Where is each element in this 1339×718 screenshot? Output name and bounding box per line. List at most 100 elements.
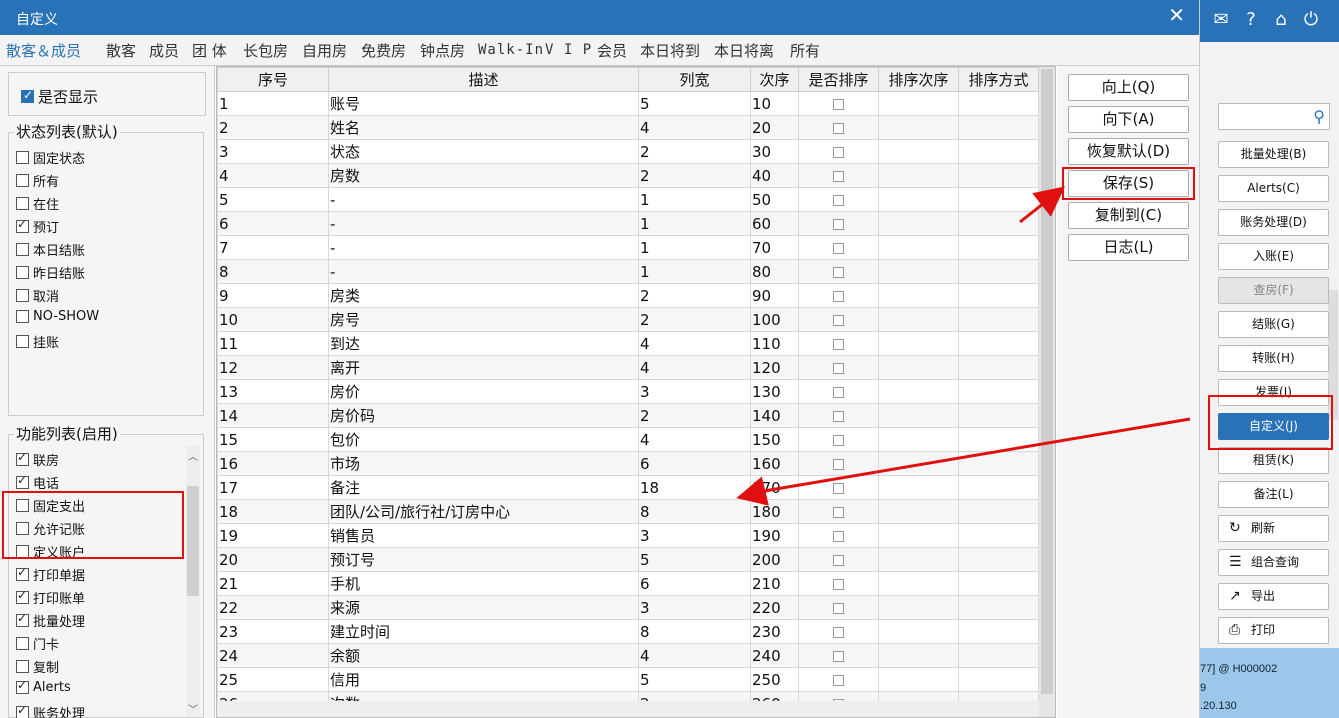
table-row[interactable]: 2 姓名 4 20 <box>217 115 1039 140</box>
post-charge-button[interactable]: 入账(E) <box>1218 243 1329 270</box>
row-description[interactable]: - <box>328 259 639 284</box>
status-option[interactable]: 取消 <box>16 286 59 305</box>
tab-departing-today[interactable]: 本日将离 <box>714 40 774 61</box>
sort-direction-cell[interactable] <box>958 427 1039 452</box>
table-row[interactable]: 6-1 60 <box>217 211 1039 236</box>
row-width[interactable]: 3 <box>638 595 751 620</box>
sort-direction-cell[interactable] <box>958 643 1039 668</box>
function-option[interactable]: 打印账单 <box>16 588 85 607</box>
tab-vip-member[interactable]: 会员 <box>597 40 627 61</box>
sort-checkbox[interactable] <box>833 218 844 230</box>
move-up-button[interactable]: 向上(Q) <box>1068 74 1189 101</box>
log-button[interactable]: 日志(L) <box>1068 234 1189 261</box>
export-button[interactable]: ↗ 导出 <box>1218 583 1329 610</box>
column-header[interactable]: 次序 <box>750 67 799 92</box>
row-number[interactable]: 2 <box>217 115 329 140</box>
sort-checkbox[interactable] <box>833 458 844 470</box>
sort-order-cell[interactable] <box>878 523 959 548</box>
row-number[interactable]: 12 <box>217 355 329 380</box>
row-number[interactable]: 1 <box>217 91 329 116</box>
sort-order-cell[interactable] <box>878 643 959 668</box>
tab-complimentary[interactable]: 免费房 <box>361 40 406 61</box>
sort-order-cell[interactable] <box>878 115 959 140</box>
row-description[interactable]: 房类 <box>328 283 639 308</box>
sort-checkbox[interactable] <box>833 362 844 374</box>
sort-enabled-cell[interactable] <box>798 115 879 140</box>
checkbox[interactable] <box>16 310 29 323</box>
row-description[interactable]: 状态 <box>328 139 639 164</box>
status-option[interactable]: 挂账 <box>16 332 59 351</box>
sort-order-cell[interactable] <box>878 187 959 212</box>
row-width[interactable]: 6 <box>638 571 751 596</box>
print-button[interactable]: ⎙ 打印 <box>1218 617 1329 644</box>
tab-arriving-today[interactable]: 本日将到 <box>640 40 700 61</box>
scrollbar-thumb[interactable] <box>187 486 199 596</box>
remarks-button[interactable]: 备注(L) <box>1218 481 1329 508</box>
checkbox[interactable] <box>16 197 29 210</box>
sort-order-cell[interactable] <box>878 91 959 116</box>
row-order[interactable]: 240 <box>750 643 799 668</box>
row-order[interactable]: 130 <box>750 379 799 404</box>
table-row[interactable]: 17 备注 18 170 <box>217 475 1039 500</box>
row-number[interactable]: 20 <box>217 547 329 572</box>
table-row[interactable]: 10 房号 2 100 <box>217 307 1039 332</box>
status-option[interactable]: 固定状态 <box>16 148 85 167</box>
sort-checkbox[interactable] <box>833 266 844 278</box>
sort-direction-cell[interactable] <box>958 211 1039 236</box>
row-description[interactable]: 到达 <box>328 331 639 356</box>
checkbox[interactable] <box>16 289 29 302</box>
sort-checkbox[interactable] <box>833 602 844 614</box>
sort-order-cell[interactable] <box>878 163 959 188</box>
show-toggle[interactable]: 是否显示 <box>21 86 98 107</box>
checkout-button[interactable]: 结账(G) <box>1218 311 1329 338</box>
sort-checkbox[interactable] <box>833 194 844 206</box>
room-check-button[interactable]: 查房(F) <box>1218 277 1329 304</box>
sort-direction-cell[interactable] <box>958 235 1039 260</box>
row-number[interactable]: 22 <box>217 595 329 620</box>
row-order[interactable]: 50 <box>750 187 799 212</box>
column-header[interactable]: 排序方式 <box>958 67 1039 92</box>
row-order[interactable]: 70 <box>750 235 799 260</box>
sort-order-cell[interactable] <box>878 667 959 692</box>
row-order[interactable]: 190 <box>750 523 799 548</box>
table-row[interactable]: 7-1 70 <box>217 235 1039 260</box>
column-header[interactable]: 排序次序 <box>878 67 959 92</box>
sort-checkbox[interactable] <box>833 650 844 662</box>
row-order[interactable]: 90 <box>750 283 799 308</box>
sort-checkbox[interactable] <box>833 314 844 326</box>
sort-order-cell[interactable] <box>878 235 959 260</box>
sort-enabled-cell[interactable] <box>798 283 879 308</box>
chevron-up-icon[interactable]: ︿ <box>186 448 200 463</box>
sort-checkbox[interactable] <box>833 626 844 638</box>
checkbox[interactable] <box>16 151 29 164</box>
sort-checkbox[interactable] <box>833 530 844 542</box>
row-description[interactable]: 余额 <box>328 643 639 668</box>
tab-group[interactable]: 团 体 <box>192 40 227 61</box>
status-option[interactable]: 预订 <box>16 217 59 236</box>
table-row[interactable]: 12 离开 4 120 <box>217 355 1039 380</box>
table-row[interactable]: 4 房数 2 40 <box>217 163 1039 188</box>
row-number[interactable]: 5 <box>217 187 329 212</box>
row-order[interactable]: 40 <box>750 163 799 188</box>
row-number[interactable]: 7 <box>217 235 329 260</box>
row-number[interactable]: 19 <box>217 523 329 548</box>
sort-direction-cell[interactable] <box>958 379 1039 404</box>
sort-direction-cell[interactable] <box>958 451 1039 476</box>
table-row[interactable]: 14 房价码 2 140 <box>217 403 1039 428</box>
tab-house-use[interactable]: 自用房 <box>302 40 347 61</box>
restore-default-button[interactable]: 恢复默认(D) <box>1068 138 1189 165</box>
table-row[interactable]: 25 信用 5 250 <box>217 667 1039 692</box>
sort-enabled-cell[interactable] <box>798 403 879 428</box>
checkbox[interactable] <box>16 450 29 466</box>
function-option[interactable]: 固定支出 <box>16 496 85 515</box>
sort-checkbox[interactable] <box>833 578 844 590</box>
refresh-button[interactable]: ↻ 刷新 <box>1218 515 1329 542</box>
row-description[interactable]: - <box>328 187 639 212</box>
table-row[interactable]: 16 市场 6 160 <box>217 451 1039 476</box>
sort-enabled-cell[interactable] <box>798 211 879 236</box>
power-icon[interactable]: ⏻ <box>1300 9 1322 31</box>
sort-order-cell[interactable] <box>878 619 959 644</box>
sort-order-cell[interactable] <box>878 331 959 356</box>
sort-checkbox[interactable] <box>833 170 844 182</box>
row-number[interactable]: 25 <box>217 667 329 692</box>
